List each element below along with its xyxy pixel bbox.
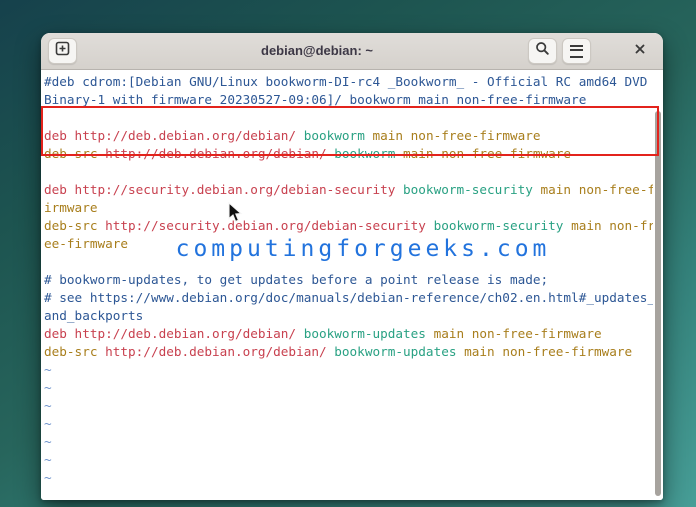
terminal-line: deb-src http://deb.debian.org/debian/ bo… (44, 344, 633, 359)
terminal-window: debian@debian: ~ #deb cdrom:[Debian GNU/… (41, 33, 663, 500)
terminal-line: deb-src http://deb.debian.org/debian/ bo… (44, 146, 572, 161)
terminal-line: ~ (44, 452, 52, 467)
close-button[interactable] (627, 38, 653, 64)
terminal-line: deb-src http://security.debian.org/debia… (44, 218, 653, 233)
search-button[interactable] (528, 38, 557, 64)
new-tab-icon (55, 41, 70, 61)
terminal-line: ee-firmware (44, 236, 129, 251)
terminal-line: deb http://security.debian.org/debian-se… (44, 182, 653, 197)
desktop: { "window": { "title": "debian@debian: ~… (0, 0, 696, 507)
menu-button[interactable] (562, 38, 591, 64)
terminal-line: and_backports (44, 308, 144, 323)
search-icon (535, 41, 550, 61)
close-icon (634, 42, 646, 60)
window-title: debian@debian: ~ (261, 43, 373, 58)
terminal-line: # see https://www.debian.org/doc/manuals… (44, 290, 653, 305)
terminal-line: # bookworm-updates, to get updates befor… (44, 272, 549, 287)
scrollbar-handle[interactable] (655, 111, 661, 496)
terminal-line: #deb cdrom:[Debian GNU/Linux bookworm-DI… (44, 74, 648, 89)
terminal-lines: #deb cdrom:[Debian GNU/Linux bookworm-DI… (44, 73, 653, 487)
terminal-line: deb http://deb.debian.org/debian/ bookwo… (44, 128, 541, 143)
terminal-line: ~ (44, 434, 52, 449)
terminal-line: Binary-1 with firmware 20230527-09:06]/ … (44, 92, 587, 107)
terminal-line: ~ (44, 398, 52, 413)
terminal-line: ~ (44, 362, 52, 377)
titlebar[interactable]: debian@debian: ~ (41, 33, 663, 70)
terminal-line: ~ (44, 416, 52, 431)
vim-status-bar: -- INSERT -- 2,1 All (45, 481, 651, 499)
menu-icon (570, 44, 583, 58)
terminal-viewport[interactable]: #deb cdrom:[Debian GNU/Linux bookworm-DI… (41, 70, 663, 500)
terminal-line: ~ (44, 380, 52, 395)
new-tab-button[interactable] (48, 38, 77, 64)
terminal-line: irmware (44, 200, 98, 215)
terminal-line: deb http://deb.debian.org/debian/ bookwo… (44, 326, 602, 341)
